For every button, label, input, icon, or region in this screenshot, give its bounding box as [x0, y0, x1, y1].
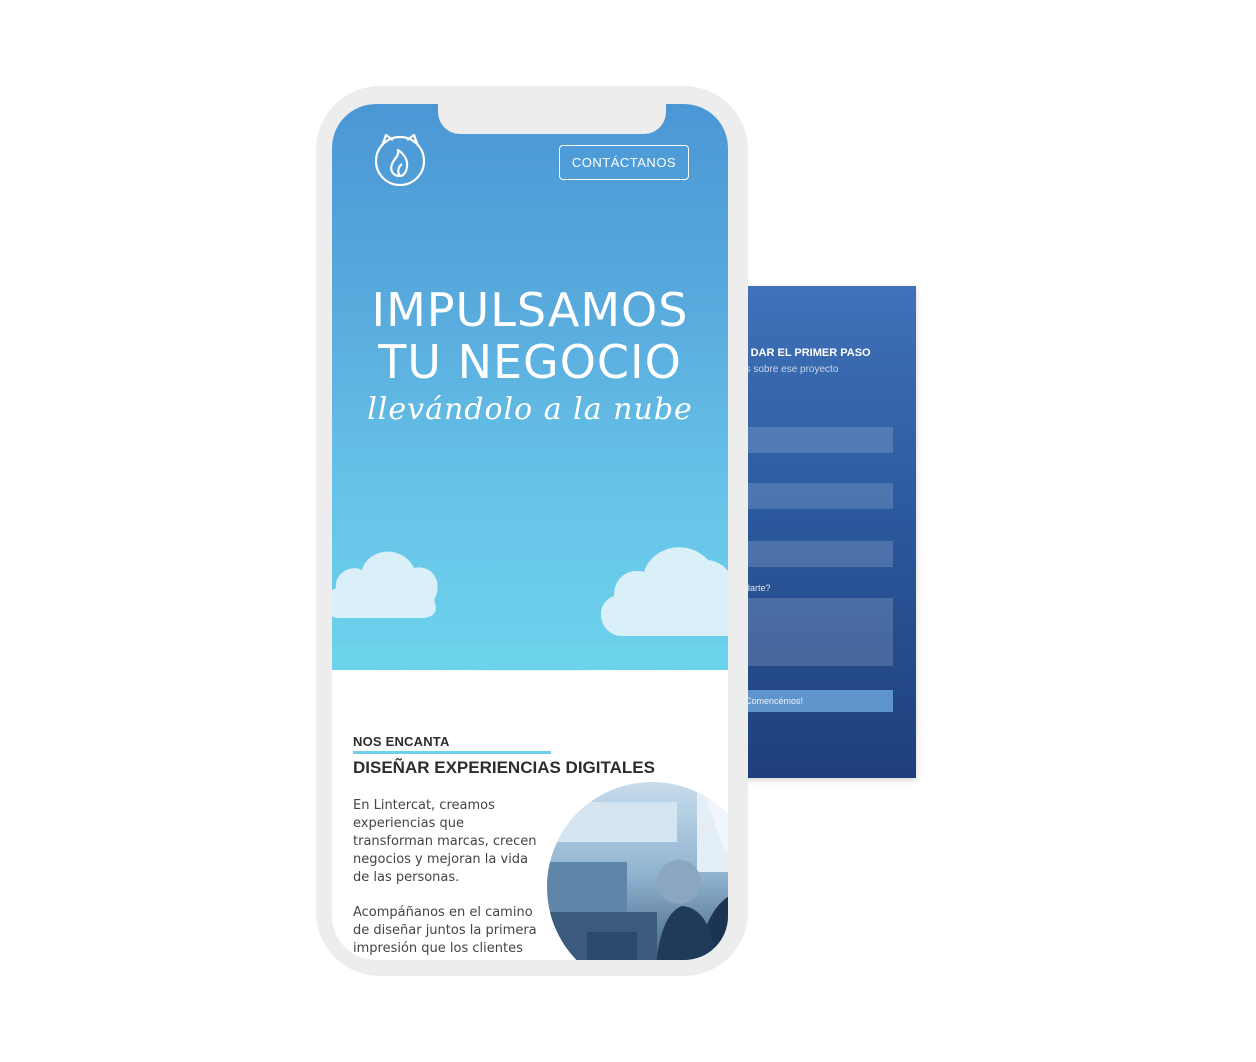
phone-notch	[438, 104, 666, 134]
eyebrow-underline	[353, 751, 551, 754]
about-paragraph-1: En Lintercat, creamos experiencias que t…	[353, 798, 537, 885]
phone-frame: CONTÁCTANOS IMPULSAMOS TU NEGOCIO lleván…	[316, 86, 748, 976]
section-title: DISEÑAR EXPERIENCIAS DIGITALES	[353, 758, 655, 777]
form-name-field[interactable]	[740, 427, 893, 453]
form-submit-button[interactable]: Comencémos!	[740, 690, 893, 712]
form-email-field[interactable]	[740, 483, 893, 509]
cloud-icon	[332, 551, 438, 618]
about-paragraph-2: Acompáñanos en el camino de diseñar junt…	[353, 905, 537, 956]
hero-section: CONTÁCTANOS IMPULSAMOS TU NEGOCIO lleván…	[332, 104, 728, 670]
section-eyebrow: NOS ENCANTA	[353, 734, 450, 749]
team-photo	[547, 782, 728, 960]
hero-headline-line2: TU NEGOCIO	[378, 335, 682, 389]
form-message-textarea[interactable]	[740, 598, 893, 666]
cloud-icon	[601, 547, 728, 636]
hero-headline-line1: IMPULSAMOS	[371, 283, 689, 337]
phone-screen: CONTÁCTANOS IMPULSAMOS TU NEGOCIO lleván…	[332, 104, 728, 960]
form-subtitle: os sobre ese proyecto	[740, 364, 839, 375]
form-title: A DAR EL PRIMER PASO	[740, 347, 871, 359]
hero-wave-divider	[332, 644, 728, 671]
contact-button[interactable]: CONTÁCTANOS	[559, 145, 689, 180]
form-phone-field[interactable]	[740, 541, 893, 567]
contact-form-panel: A DAR EL PRIMER PASO os sobre ese proyec…	[730, 286, 916, 778]
cat-flame-logo-icon[interactable]	[372, 130, 428, 186]
hero-headline: IMPULSAMOS TU NEGOCIO	[332, 284, 728, 388]
hero-tagline: llevándolo a la nube	[367, 392, 693, 427]
